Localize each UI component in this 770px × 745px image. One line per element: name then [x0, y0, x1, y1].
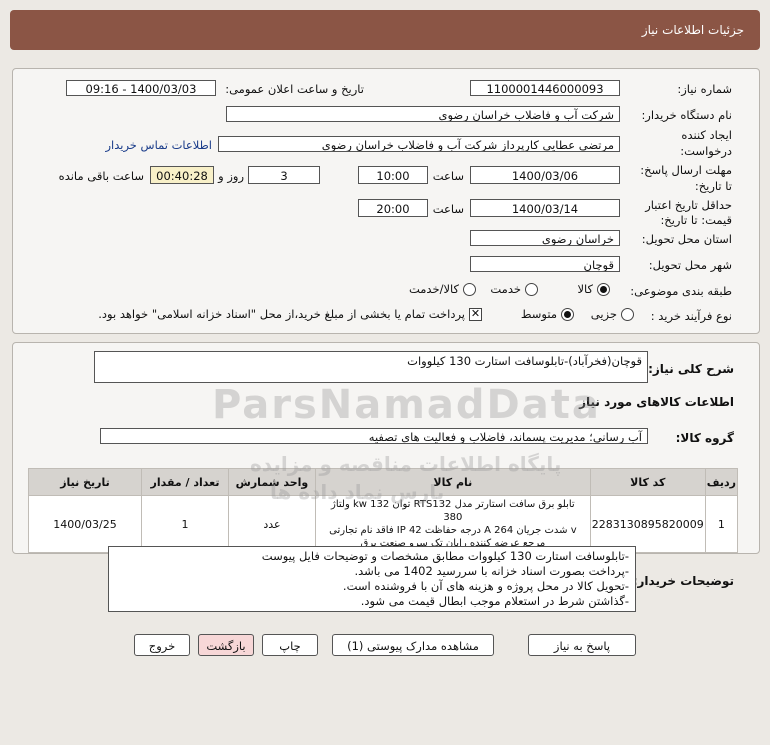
cell-name-line-2: v شدت جریان 264 A درجه حفاظت IP 42 فاقد … [329, 525, 577, 536]
send-deadline-label-2: تا تاریخ: [694, 179, 732, 193]
category-option-service[interactable]: خدمت [490, 282, 538, 296]
col-unit: واحد شمارش [227, 468, 316, 496]
payment-checkbox[interactable]: ✕ [469, 308, 482, 321]
print-button[interactable]: چاپ [262, 634, 318, 656]
send-deadline-label-1: مهلت ارسال پاسخ: [640, 163, 732, 177]
exit-button[interactable]: خروج [134, 634, 190, 656]
validity-date-field: 1400/03/14 [470, 199, 620, 217]
validity-time-field: 20:00 [358, 199, 428, 217]
city-label: شهر محل تحویل: [648, 258, 732, 272]
col-row: ردیف [704, 468, 739, 496]
reply-button[interactable]: پاسخ به نیاز [528, 634, 636, 656]
col-name: نام کالا [314, 468, 591, 496]
col-date: تاریخ نیاز [28, 468, 142, 496]
radio-goods[interactable] [597, 283, 610, 296]
announce-field: 1400/03/03 - 09:16 [66, 80, 216, 96]
buyer-notes-label: توضیحات خریدار: [632, 574, 734, 588]
contact-buyer-link[interactable]: اطلاعات تماس خریدار [105, 138, 212, 152]
validity-time-label: ساعت [432, 202, 464, 216]
radio-goods-service[interactable] [463, 283, 476, 296]
category-label: طبقه بندی موضوعی: [630, 284, 732, 298]
need-number-field: 1100001446000093 [470, 80, 620, 96]
summary-field: قوچان(فخرآباد)-تابلوسافت استارت 130 کیلو… [94, 351, 648, 383]
process-option-medium[interactable]: متوسط [521, 307, 574, 321]
summary-text: قوچان(فخرآباد)-تابلوسافت استارت 130 کیلو… [407, 354, 642, 368]
table-row: 1 2283130895820009 تابلو برق سافت استارت… [28, 495, 739, 553]
process-label: نوع فرآیند خرید : [650, 309, 732, 323]
cell-code: 2283130895820009 [589, 495, 706, 553]
buyer-note-line-4: -گذاشتن شرط در استعلام موجب ابطال قیمت م… [360, 594, 629, 608]
send-time-label: ساعت [432, 169, 464, 183]
col-code: کد کالا [589, 468, 706, 496]
need-number-label: شماره نیاز: [677, 82, 732, 96]
view-attachments-button[interactable]: مشاهده مدارک پیوستی (1) [332, 634, 494, 656]
creator-field: مرتضي عطايي کارپرداز شرکت آب و فاضلاب خر… [218, 136, 620, 152]
remaining-label: ساعت باقی مانده [58, 169, 144, 183]
creator-label-1: ایجاد کننده [681, 128, 732, 142]
creator-label-2: درخواست: [680, 144, 732, 158]
remaining-timer: 00:40:28 [150, 166, 214, 184]
buyer-note-line-1: -تابلوسافت استارت 130 کیلووات مطابق مشخص… [261, 549, 629, 563]
day-label: روز و [218, 169, 244, 183]
col-qty: تعداد / مقدار [141, 468, 229, 496]
category-option-goods[interactable]: کالا [577, 282, 610, 296]
day-count-field: 3 [248, 166, 320, 184]
validity-label-1: حداقل تاریخ اعتبار [645, 198, 732, 212]
buyer-note-line-3: -تحویل کالا در محل پروژه و هزینه های آن … [342, 579, 629, 593]
province-label: استان محل تحویل: [641, 232, 732, 246]
back-button[interactable]: بازگشت [198, 634, 254, 656]
category-option-goods-service[interactable]: کالا/خدمت [409, 282, 476, 296]
radio-service[interactable] [525, 283, 538, 296]
items-table-header: ردیف کد کالا نام کالا واحد شمارش تعداد /… [28, 468, 739, 496]
buyer-note-line-2: -پرداخت بصورت اسناد خزانه با سررسید 1402… [354, 564, 629, 578]
send-date-field: 1400/03/06 [470, 166, 620, 184]
page-header: جزئیات اطلاعات نیاز [10, 10, 760, 50]
cell-row: 1 [704, 495, 739, 553]
city-field: قوچان [470, 256, 620, 272]
announce-label: تاریخ و ساعت اعلان عمومی: [225, 82, 364, 96]
validity-label-2: قیمت: تا تاریخ: [660, 213, 732, 227]
send-time-field: 10:00 [358, 166, 428, 184]
province-field: خراسان رضوی [470, 230, 620, 246]
cell-name-line-1: تابلو برق سافت استارتر مدل RTS132 توان 1… [331, 499, 575, 523]
items-table: ردیف کد کالا نام کالا واحد شمارش تعداد /… [28, 468, 739, 553]
page-title: جزئیات اطلاعات نیاز [641, 23, 744, 37]
cell-name: تابلو برق سافت استارتر مدل RTS132 توان 1… [314, 495, 591, 553]
summary-label: شرح کلی نیاز: [648, 362, 734, 376]
buyer-org-field: شرکت آب و فاضلاب خراسان رضوی [226, 106, 620, 122]
process-option-minor[interactable]: جزیی [591, 307, 634, 321]
goods-section-title: اطلاعات کالاهای مورد نیاز [579, 395, 734, 409]
buyer-org-label: نام دستگاه خریدار: [641, 108, 732, 122]
buyer-notes-box: -تابلوسافت استارت 130 کیلووات مطابق مشخص… [108, 546, 636, 612]
payment-option[interactable]: ✕پرداخت تمام یا بخشی از مبلغ خرید،از محل… [98, 307, 482, 321]
goods-group-field: آب رسانی؛ مدیریت پسماند، فاضلاب و فعالیت… [100, 428, 648, 444]
goods-group-label: گروه کالا: [675, 431, 734, 445]
cell-unit: عدد [227, 495, 316, 553]
cell-qty: 1 [141, 495, 229, 553]
cell-date: 1400/03/25 [28, 495, 142, 553]
radio-minor[interactable] [621, 308, 634, 321]
radio-medium[interactable] [561, 308, 574, 321]
